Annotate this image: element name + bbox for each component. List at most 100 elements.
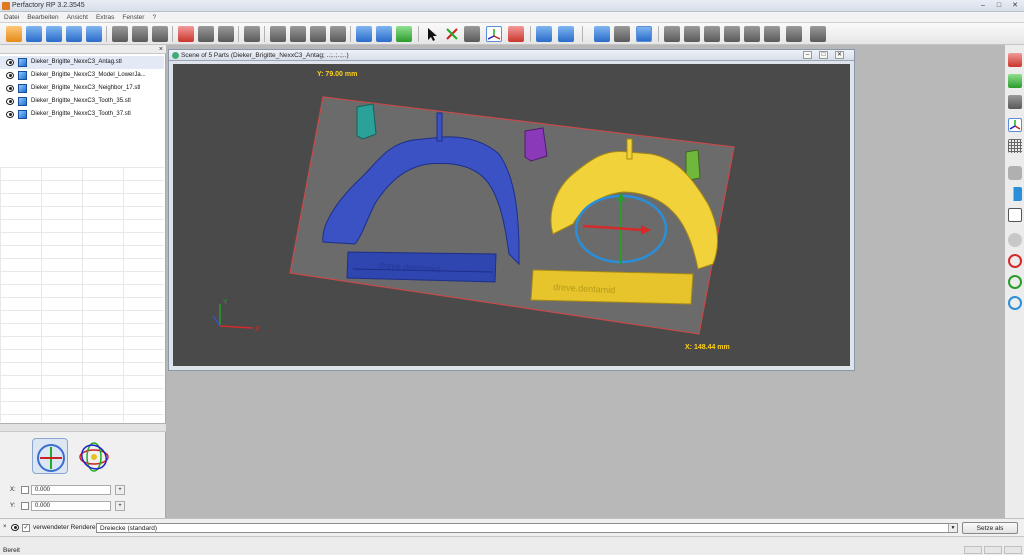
scene-title-bar: Scene of 5 Parts (Dieker_Brigitte_NexxC3…: [169, 50, 854, 61]
part-cube-icon: [18, 84, 27, 93]
x-input[interactable]: 0.000: [31, 485, 111, 495]
support-edit-icon[interactable]: [290, 26, 306, 42]
save-icon[interactable]: [86, 26, 102, 42]
zoom-fit-icon[interactable]: [536, 26, 552, 42]
slice-icon[interactable]: [376, 26, 392, 42]
part-row[interactable]: Dieker_Brigitte_NexxC3_Tooth_37.stl: [0, 108, 164, 121]
renderer-checkbox[interactable]: ✓: [22, 524, 30, 532]
rotate-free-icon[interactable]: [1008, 233, 1022, 247]
new-job-icon[interactable]: [6, 26, 22, 42]
menu-fenster[interactable]: Fenster: [122, 12, 144, 22]
open-folder-icon[interactable]: [26, 26, 42, 42]
pointer-icon[interactable]: [424, 26, 440, 42]
camera-icon[interactable]: [356, 26, 372, 42]
renderer-bar-close[interactable]: ×: [3, 524, 7, 530]
box-gray-icon[interactable]: [1008, 95, 1022, 109]
3d-viewport[interactable]: Y: 79.00 mm X: 148.44 mm dreve.dentamid: [173, 64, 850, 366]
rotate-y-icon[interactable]: [1008, 275, 1022, 289]
renderer-bar: × ✓ verwendeter Renderer: Dreiecke (stan…: [0, 518, 1024, 543]
view-front-icon[interactable]: [664, 26, 680, 42]
menu-help[interactable]: ?: [152, 12, 156, 22]
panel-close-button[interactable]: ×: [159, 45, 163, 54]
scene-minimize-button[interactable]: –: [803, 51, 812, 59]
menu-datei[interactable]: Datei: [4, 12, 19, 22]
scene-close-button[interactable]: ✕: [835, 51, 844, 59]
y-lock-checkbox[interactable]: [21, 502, 29, 510]
part-row[interactable]: Dieker_Brigitte_NexxC3_Model_LowerJa...: [0, 69, 164, 82]
parts-panel-header: ×: [0, 45, 166, 54]
view-left-icon[interactable]: [704, 26, 720, 42]
axes-icon[interactable]: [486, 26, 502, 42]
copy-icon[interactable]: [132, 26, 148, 42]
menu-bar: Datei Bearbeiten Ansicht Extras Fenster …: [0, 12, 1024, 23]
eye-icon[interactable]: [6, 85, 14, 92]
menu-ansicht[interactable]: Ansicht: [67, 12, 88, 22]
grid-view-icon[interactable]: [1008, 139, 1022, 153]
eye-icon[interactable]: [6, 111, 14, 118]
view-right-icon[interactable]: [724, 26, 740, 42]
status-indicator: [964, 546, 982, 554]
support-icon[interactable]: [270, 26, 286, 42]
scene-maximize-button[interactable]: □: [819, 51, 828, 59]
print-icon[interactable]: [244, 26, 260, 42]
slices-icon[interactable]: [810, 26, 826, 42]
eye-icon[interactable]: [6, 72, 14, 79]
minimize-button[interactable]: –: [976, 1, 990, 11]
menu-extras[interactable]: Extras: [96, 12, 114, 22]
center-icon[interactable]: [1008, 208, 1022, 222]
renderer-select[interactable]: Dreiecke (standard) ▼: [96, 523, 958, 533]
select-all-icon[interactable]: [178, 26, 194, 42]
y-spin-button[interactable]: +: [115, 501, 125, 511]
layers-icon[interactable]: [464, 26, 480, 42]
box-green-icon[interactable]: [1008, 74, 1022, 88]
support-delete-icon[interactable]: [310, 26, 326, 42]
measure-icon[interactable]: [508, 26, 524, 42]
part-row[interactable]: Dieker_Brigitte_NexxC3_Tooth_35.stl: [0, 95, 164, 108]
move-icon[interactable]: [444, 26, 460, 42]
grid-icon[interactable]: [786, 26, 802, 42]
part-row[interactable]: Dieker_Brigitte_NexxC3_Antag.stl: [0, 56, 164, 69]
eye-icon[interactable]: [6, 98, 14, 105]
lock-icon[interactable]: [1008, 166, 1022, 180]
part-row[interactable]: Dieker_Brigitte_NexxC3_Neighbor_17.stl: [0, 82, 164, 95]
right-toolbar: [1004, 45, 1024, 518]
rotate-gizmo-icon[interactable]: [76, 438, 112, 474]
eye-icon[interactable]: [6, 59, 14, 66]
rotate-x-icon[interactable]: [1008, 254, 1022, 268]
zoom-window-icon[interactable]: [558, 26, 574, 42]
rotate-z-icon[interactable]: [1008, 296, 1022, 310]
view-3d-icon[interactable]: [636, 26, 652, 42]
x-lock-checkbox[interactable]: [21, 486, 29, 494]
group-icon[interactable]: [198, 26, 214, 42]
build-icon[interactable]: [396, 26, 412, 42]
parts-grid-background: [0, 167, 164, 422]
menu-bearbeiten[interactable]: Bearbeiten: [27, 12, 58, 22]
transform-panel: X: 0.000 + Y: 0.000 +: [0, 423, 166, 518]
scene-window: Scene of 5 Parts (Dieker_Brigitte_NexxC3…: [168, 49, 855, 371]
view-bottom-icon[interactable]: [764, 26, 780, 42]
x-label: X:: [10, 487, 16, 493]
y-input[interactable]: 0.000: [31, 501, 111, 511]
scene-icon: [172, 52, 179, 59]
cut-icon[interactable]: [112, 26, 128, 42]
set-default-button[interactable]: Setze als Standard: [962, 522, 1018, 543]
view-iso-icon[interactable]: [594, 26, 610, 42]
support-wizard-icon[interactable]: [330, 26, 346, 42]
x-spin-button[interactable]: +: [115, 485, 125, 495]
add-icon[interactable]: [614, 26, 630, 42]
mirror-icon[interactable]: [1008, 187, 1022, 201]
renderer-eye-icon[interactable]: [11, 524, 19, 531]
add-part-icon[interactable]: [46, 26, 62, 42]
view-top-icon[interactable]: [744, 26, 760, 42]
paste-icon[interactable]: [152, 26, 168, 42]
status-text: Bereit: [3, 547, 20, 554]
close-button[interactable]: ✕: [1008, 1, 1022, 11]
move-gizmo-icon[interactable]: [32, 438, 68, 474]
box-red-icon[interactable]: [1008, 53, 1022, 67]
ungroup-icon[interactable]: [218, 26, 234, 42]
load-part-icon[interactable]: [66, 26, 82, 42]
axis-y-label: Y: [223, 299, 228, 306]
view-back-icon[interactable]: [684, 26, 700, 42]
maximize-button[interactable]: □: [992, 1, 1006, 11]
axes-view-icon[interactable]: [1008, 118, 1022, 132]
